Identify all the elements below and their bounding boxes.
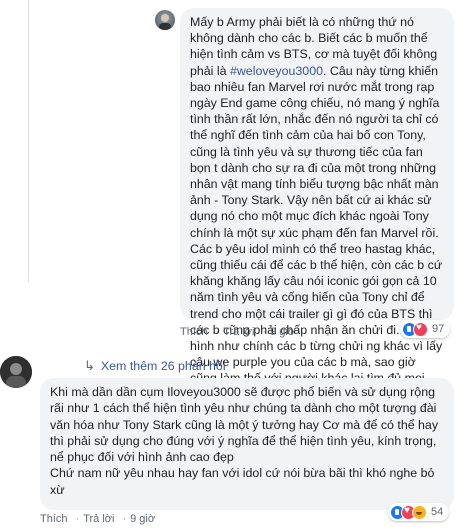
reply-link[interactable]: Trả lời — [83, 513, 114, 525]
hashtag-link[interactable]: #weloveyou3000 — [230, 64, 323, 78]
like-link[interactable]: Thích — [180, 326, 208, 338]
avatar-image — [159, 14, 171, 30]
haha-reaction-icon — [412, 504, 427, 520]
reply-link[interactable]: Trả lời — [223, 326, 254, 338]
reply-meta: Thích · Trả lời · 9 giờ — [180, 326, 296, 338]
reply-arrow-icon: ↳ — [84, 358, 95, 373]
view-more-replies[interactable]: ↳ Xem thêm 26 phản hồi — [84, 358, 226, 374]
thread-line — [28, 0, 29, 282]
timestamp[interactable]: 9 giờ — [270, 326, 295, 338]
reaction-summary[interactable]: 54 — [388, 503, 450, 521]
reaction-count: 97 — [432, 323, 445, 335]
reply-comment-bubble: Mấy b Army phải biết là có những thứ nó … — [180, 8, 454, 418]
reaction-summary[interactable]: 97 — [400, 320, 451, 338]
love-reaction-icon — [413, 321, 428, 337]
avatar[interactable] — [155, 10, 175, 30]
like-link[interactable]: Thích — [40, 513, 68, 525]
reaction-count: 54 — [431, 506, 444, 518]
reply-text-2: . Câu này từng khiến bao nhiêu fan Marve… — [190, 63, 443, 418]
avatar-image — [0, 356, 32, 388]
comment-meta: Thích · Trả lời · 9 giờ — [40, 513, 156, 525]
timestamp[interactable]: 9 giờ — [130, 513, 155, 525]
view-more-replies-label: Xem thêm 26 phản hồi — [100, 359, 226, 373]
avatar[interactable] — [0, 356, 32, 388]
comment-bubble: Khi mà dần dần cụm Iloveyou3000 sẽ được … — [40, 378, 454, 510]
comment-text: Khi mà dần dần cụm Iloveyou3000 sẽ được … — [50, 385, 439, 497]
